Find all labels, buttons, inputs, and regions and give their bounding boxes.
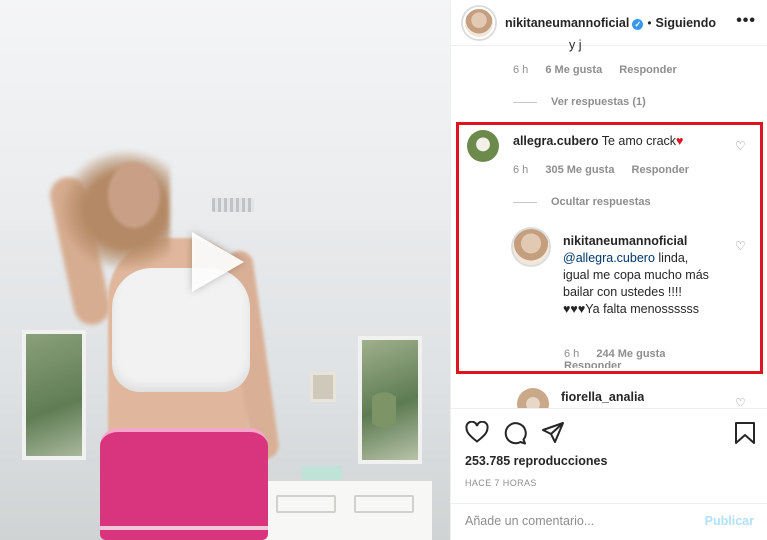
reply-reply-button[interactable]: Responder xyxy=(564,360,621,368)
prev-comment-likes[interactable]: 6 Me gusta xyxy=(545,64,602,76)
comment-main-text: allegra.cubero Te amo crack♥ xyxy=(513,133,683,162)
save-bookmark-icon[interactable] xyxy=(734,421,756,450)
publish-button[interactable]: Publicar xyxy=(705,514,754,528)
comment-main-meta: 6 h 305 Me gusta Responder xyxy=(513,164,689,176)
video-box xyxy=(302,466,342,480)
more-options-icon[interactable]: ••• xyxy=(736,12,756,30)
comment-avatar[interactable] xyxy=(467,130,499,162)
views-count[interactable]: 253.785 reproducciones xyxy=(465,454,607,468)
post-time: HACE 7 HORAS xyxy=(465,478,537,488)
prev-comment-reply-button[interactable]: Responder xyxy=(619,64,676,76)
verified-badge-icon: ✓ xyxy=(632,18,644,30)
view-replies-button[interactable]: Ver respuestas (1) xyxy=(513,96,646,108)
reply-mention-link[interactable]: @allegra.cubero xyxy=(563,251,655,265)
cabinet-drawer xyxy=(276,495,336,513)
prev-comment-time: 6 h xyxy=(513,64,529,76)
comment-likes[interactable]: 305 Me gusta xyxy=(545,164,614,176)
reply-meta: 6 h 244 Me gusta Responder xyxy=(564,348,665,368)
like-heart-icon[interactable] xyxy=(465,421,489,445)
replies-line xyxy=(513,101,537,103)
comment-reply-button[interactable]: Responder xyxy=(632,164,689,176)
comment-time: 6 h xyxy=(513,164,529,176)
cabinet-drawer xyxy=(354,495,414,513)
next-comment-avatar[interactable] xyxy=(517,388,549,408)
next-comment-text: fiorella_analia xyxy=(561,389,644,408)
replies-line xyxy=(513,201,537,203)
video-picture-frame xyxy=(310,372,336,402)
video-plant xyxy=(372,392,396,452)
prev-comment-meta: 6 h 6 Me gusta Responder xyxy=(513,64,677,76)
header-username[interactable]: nikitaneumannoficial ✓ xyxy=(505,16,644,30)
video-player[interactable] xyxy=(0,0,450,540)
reply-text: nikitaneumannoficial @allegra.cubero lin… xyxy=(563,233,713,318)
instagram-post-view: nikitaneumannoficial ✓ • Siguiendo ••• y … xyxy=(0,0,767,540)
dancer-shorts xyxy=(100,428,268,540)
dancer-head xyxy=(108,162,160,228)
video-cabinet xyxy=(262,478,432,540)
action-icons xyxy=(465,421,565,445)
play-icon[interactable] xyxy=(192,232,244,292)
post-actions: 253.785 reproducciones HACE 7 HORAS Publ… xyxy=(451,408,767,540)
post-header: nikitaneumannoficial ✓ • Siguiendo ••• xyxy=(451,0,767,46)
post-panel: nikitaneumannoficial ✓ • Siguiendo ••• y … xyxy=(450,0,767,540)
avatar[interactable] xyxy=(463,6,495,39)
follow-button[interactable]: Siguiendo xyxy=(656,16,716,30)
like-next-heart-icon[interactable]: ♡ xyxy=(735,396,747,406)
comment-username[interactable]: allegra.cubero xyxy=(513,134,598,148)
header-username-text[interactable]: nikitaneumannoficial xyxy=(505,16,629,30)
comment-input[interactable] xyxy=(465,514,685,528)
like-reply-heart-icon[interactable]: ♡ xyxy=(735,239,747,253)
heart-emoji-icon: ♥ xyxy=(676,134,684,148)
video-window-left xyxy=(22,330,86,460)
video-vent xyxy=(212,198,254,212)
comment-bubble-icon[interactable] xyxy=(503,421,527,445)
reply-likes[interactable]: 244 Me gusta xyxy=(596,348,665,360)
comment-main: allegra.cubero Te amo crack♥ xyxy=(467,130,683,162)
shorts-trim xyxy=(100,526,268,530)
like-comment-heart-icon[interactable]: ♡ xyxy=(735,139,747,153)
comment-next: fiorella_analia xyxy=(517,388,644,408)
reply-time: 6 h xyxy=(564,348,580,360)
reply-comment: nikitaneumannoficial @allegra.cubero lin… xyxy=(513,229,713,318)
prev-comment-partial: y j xyxy=(569,38,582,52)
next-comment-username[interactable]: fiorella_analia xyxy=(561,390,644,404)
header-separator: • xyxy=(647,15,652,30)
share-paper-plane-icon[interactable] xyxy=(541,421,565,445)
reply-avatar[interactable] xyxy=(513,229,549,265)
comment-body: Te amo crack xyxy=(601,134,677,148)
view-replies-label[interactable]: Ver respuestas (1) xyxy=(551,96,646,108)
add-comment-bar: Publicar xyxy=(451,503,767,540)
hide-replies-button[interactable]: Ocultar respuestas xyxy=(513,196,651,208)
reply-username[interactable]: nikitaneumannoficial xyxy=(563,234,687,248)
hide-replies-label[interactable]: Ocultar respuestas xyxy=(551,196,651,208)
